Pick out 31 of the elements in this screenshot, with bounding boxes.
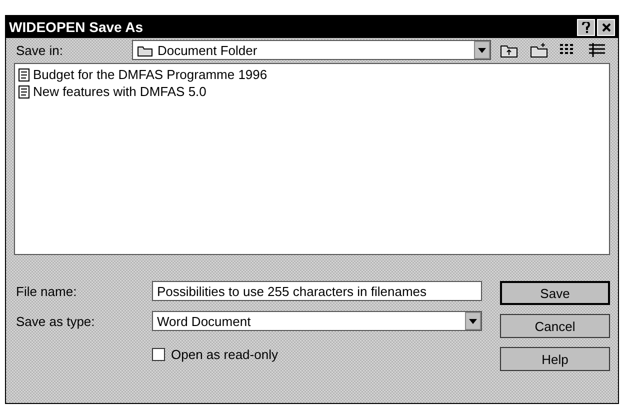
help-icon-button[interactable] (577, 18, 595, 36)
new-folder-button[interactable] (528, 40, 550, 60)
file-item[interactable]: New features with DMFAS 5.0 (17, 83, 210, 100)
document-icon (17, 68, 31, 82)
document-icon (17, 84, 31, 98)
new-folder-icon (530, 42, 548, 58)
read-only-checkbox[interactable] (152, 348, 165, 361)
read-only-label: Open as read-only (171, 347, 278, 362)
dialog-button[interactable]: Cancel (500, 314, 610, 338)
caret-icon (478, 48, 486, 52)
save-as-type-dropdown[interactable]: Word Document (152, 311, 482, 331)
caret-icon (469, 318, 477, 324)
close-icon (602, 22, 610, 32)
details-view-button[interactable] (586, 40, 608, 60)
dropdown-button[interactable] (465, 312, 481, 330)
window-title: WIDEOPEN Save As (9, 19, 144, 35)
close-button[interactable] (597, 18, 615, 36)
dialog-button[interactable]: Help (500, 347, 610, 371)
save-as-type-label: Save as type: (16, 314, 96, 328)
save-in-value: Document Folder (156, 42, 258, 58)
dialog-button[interactable]: Save (500, 281, 610, 305)
help-icon (582, 22, 590, 32)
dropdown-button[interactable] (474, 41, 490, 59)
save-in-dropdown[interactable]: Document Folder (132, 40, 491, 60)
file-name-label: File name: (16, 284, 78, 298)
file-name-field[interactable]: Possibilities to use 255 characters in filenames (152, 281, 482, 301)
details-icon (588, 43, 606, 57)
save-as-type-value: Word Document (156, 314, 251, 328)
folder-icon (137, 44, 154, 56)
file-item[interactable]: Budget for the DMFAS Programme 1996 (17, 66, 272, 83)
save-in-label: Save in: (16, 42, 64, 58)
